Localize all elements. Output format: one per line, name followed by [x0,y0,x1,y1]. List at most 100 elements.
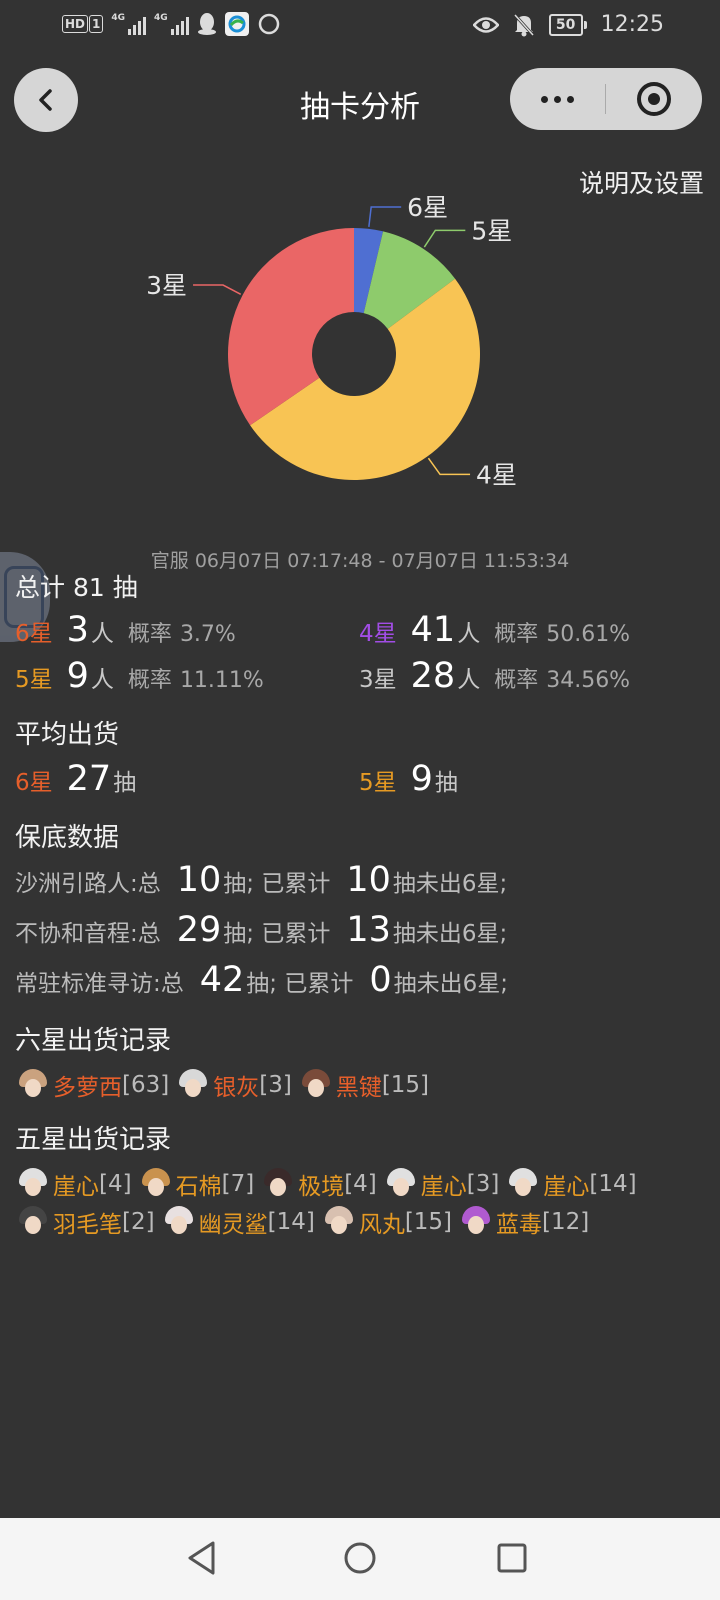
pull-count: [2] [122,1209,155,1235]
total-prefix: 总计 [15,573,66,602]
average-title: 平均出货 [15,720,120,750]
pity-pool-name: 常驻标准寻访:总 [15,971,184,997]
operator-record: 幽灵鲨 [14] [161,1204,315,1240]
operator-avatar [15,1204,51,1240]
operator-avatar [321,1204,357,1240]
operator-record: 崖心 [4] [15,1166,132,1202]
operator-name: 石棉 [175,1174,222,1200]
operator-avatar [458,1204,494,1240]
pull-count: [3] [259,1072,292,1098]
label-6star: 6星 [15,621,53,647]
pity-pool-name: 不协和音程:总 [15,921,161,947]
system-recents-button[interactable] [492,1538,532,1578]
operator-avatar [383,1166,419,1202]
pull-count: [4] [344,1171,377,1197]
operator-record: 黑键 [15] [298,1067,429,1103]
operator-record: 羽毛笔 [2] [15,1204,155,1240]
operator-name: 多萝西 [53,1075,122,1101]
eye-icon [472,16,499,34]
operator-name: 黑键 [335,1075,382,1101]
avg-5star: 5星 9 抽 [359,759,703,799]
avg-unit-5star: 抽 [434,770,458,796]
signal-icon-1: 4G [111,13,147,35]
operator-avatar [505,1166,541,1202]
leader-line-3星 [193,284,242,296]
signal-icon-2: 4G [154,13,189,35]
rate-label-6star: 概率 [127,622,172,647]
operator-avatar [260,1166,296,1202]
operator-record: 银灰 [3] [175,1067,292,1103]
operator-record: 蓝毒 [12] [458,1204,589,1240]
label-4star: 4星 [359,621,397,647]
total-value: 81 [72,573,105,602]
system-nav-bar [0,1518,720,1600]
leader-line-5星 [423,229,466,248]
operator-avatar [138,1166,174,1202]
more-button[interactable] [510,68,605,130]
avg-value-6star: 27 [66,759,112,799]
unit-5star: 人 [90,667,114,693]
triangle-back-icon [188,1541,215,1575]
system-home-button[interactable] [340,1538,380,1578]
pity-mid-text: 抽; 已累计 [223,871,331,897]
label-4星: 4星 [476,460,517,489]
pity-row: 沙洲引路人:总 10 抽; 已累计 10 抽未出6星; [15,860,705,910]
operator-avatar [175,1067,211,1103]
pity-mid-text: 抽; 已累计 [223,921,331,947]
rarity-row-1: 6星 3 人 概率 3.7% 4星 41 人 概率 50.61% [15,610,705,650]
pity-tail-text: 抽未出6星; [392,871,508,897]
pull-count: [12] [542,1209,590,1235]
pity-row: 不协和音程:总 29 抽; 已累计 13 抽未出6星; [15,910,705,960]
rarity-row-2: 5星 9 人 概率 11.11% 3星 28 人 概率 34.56% [15,656,705,696]
qq-icon [197,12,217,36]
miniprogram-capsule [510,68,702,130]
avg-label-6star: 6星 [15,770,53,796]
label-3star: 3星 [359,667,397,693]
six-star-title: 六星出货记录 [15,1026,172,1056]
mute-bell-icon [513,13,535,37]
square-recents-icon [497,1543,527,1573]
label-3星: 3星 [146,271,187,300]
pity-row: 常驻标准寻访:总 42 抽; 已累计 0 抽未出6星; [15,960,705,1010]
pity-tail-text: 抽未出6星; [393,971,509,997]
label-5星: 5星 [471,216,512,245]
unit-6star: 人 [90,621,114,647]
total-pulls: 总计 81 抽 [15,568,705,602]
pity-pool-name: 沙洲引路人:总 [15,871,161,897]
leader-line-4星 [427,457,471,476]
status-bar: HD 1 4G 4G 50 12:25 [0,0,720,56]
stat-6star: 6星 3 人 概率 3.7% [15,610,359,650]
unit-4star: 人 [457,621,481,647]
operator-avatar [161,1204,197,1240]
nav-bar: 抽卡分析 [0,60,720,140]
five-star-records-row-1: 崖心 [4] 石棉 [7] 极境 [4] 崖心 [3] 崖心 [14] [15,1166,705,1202]
pull-count: [15] [381,1072,430,1098]
pull-count: [14] [267,1209,315,1235]
pity-total: 29 [176,910,222,950]
rarity-donut-chart: 6星 5星 4星 3星 [0,180,720,520]
pull-count: [14] [589,1171,637,1197]
five-star-title: 五星出货记录 [15,1125,172,1155]
china-mobile-app-icon [224,12,249,36]
hd-call-icon: HD 1 [62,15,104,33]
operator-avatar [15,1067,51,1103]
close-miniprogram-button[interactable] [606,68,702,130]
system-back-button[interactable] [182,1538,222,1578]
rate-label-3star: 概率 [494,668,539,693]
avg-6star: 6星 27 抽 [15,759,359,799]
operator-name: 崖心 [420,1174,467,1200]
pull-count: [4] [99,1171,132,1197]
stat-3star: 3星 28 人 概率 34.56% [359,656,703,696]
operator-avatar [15,1166,51,1202]
stats-content: 总计 81 抽 6星 3 人 概率 3.7% 4星 41 人 概率 50.61%… [15,568,705,1240]
rate-label-5star: 概率 [127,668,172,693]
network-type-2: 4G [154,13,168,23]
count-3star: 28 [410,656,456,696]
rate-label-4star: 概率 [494,622,539,647]
donut-svg: 6星 5星 4星 3星 [146,193,517,489]
operator-record: 多萝西 [63] [15,1067,169,1103]
avg-label-5star: 5星 [359,770,397,796]
rate-3star: 34.56% [546,668,631,693]
loading-circle-icon [257,12,281,36]
label-5star: 5星 [15,667,53,693]
